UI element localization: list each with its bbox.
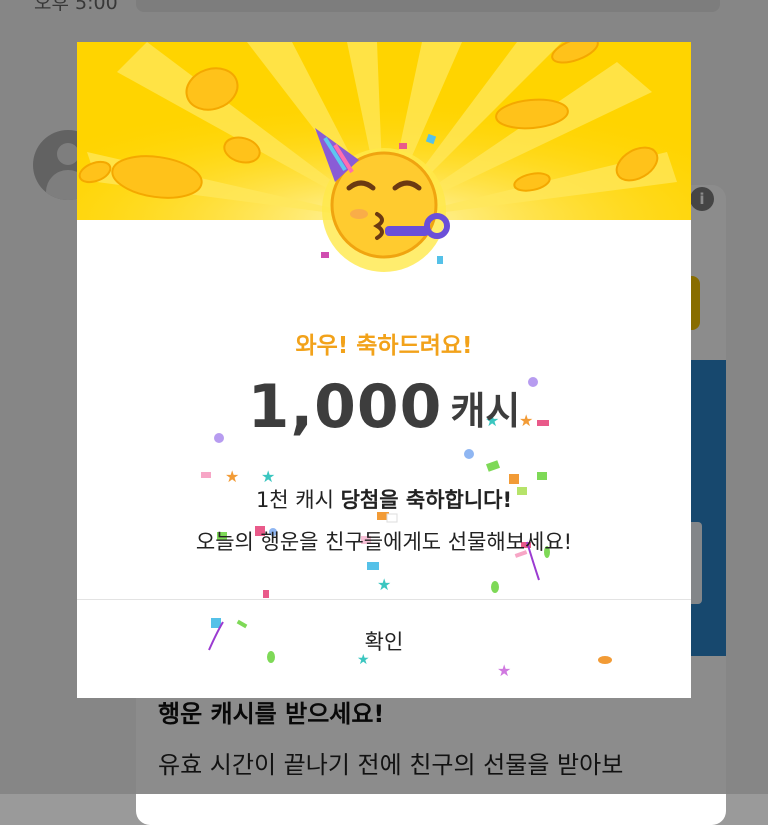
congrats-title: 와우! 축하드려요! — [295, 333, 473, 359]
amount-number: 1,000 — [247, 372, 443, 442]
win-message-prefix: 1천 캐시 — [255, 488, 341, 512]
reward-modal: ★ ★ ★ ★ ★ ★ ★ 와우! 축하드려요! 1,000 캐시 1천 캐시 당… — [77, 42, 691, 698]
confirm-button[interactable]: 확인 — [77, 600, 691, 682]
celebration-banner — [77, 42, 691, 220]
share-message: 오늘의 행운을 친구들에게도 선물해보세요! — [195, 530, 573, 554]
coin-rays-illustration — [77, 42, 691, 220]
amount-unit: 캐시 — [450, 388, 521, 433]
svg-text:★: ★ — [377, 575, 391, 594]
reward-amount: 1,000 캐시 — [77, 372, 691, 442]
win-message: 1천 캐시 당첨을 축하합니다! — [77, 484, 691, 514]
win-message-bold: 당첨을 축하합니다! — [340, 488, 513, 512]
